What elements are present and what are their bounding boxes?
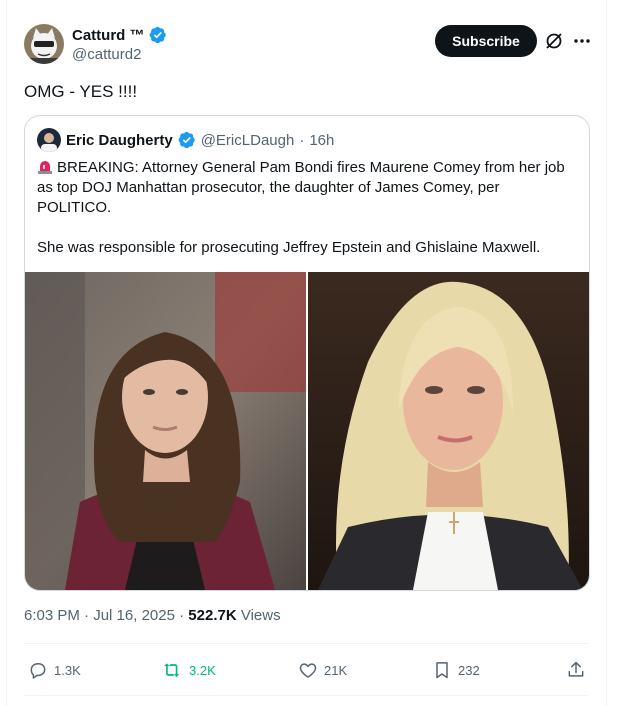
post-date[interactable]: Jul 16, 2025: [93, 607, 175, 624]
more-icon[interactable]: [572, 31, 592, 51]
media-photo-left[interactable]: [25, 272, 306, 590]
heart-icon: [299, 663, 317, 678]
post-time[interactable]: 6:03 PM: [24, 607, 80, 624]
author-name-row[interactable]: Catturd ™: [72, 26, 167, 44]
like-button[interactable]: 21K: [298, 652, 347, 688]
quoted-paragraph-1-text: BREAKING: Attorney General Pam Bondi fir…: [37, 159, 565, 216]
quoted-media-grid: [25, 272, 589, 590]
share-icon: [568, 661, 584, 677]
bookmark-button[interactable]: 232: [432, 652, 480, 688]
bookmark-icon: [436, 662, 448, 679]
views-count: 522.7K: [188, 607, 237, 624]
quoted-paragraph-2: She was responsible for prosecuting Jeff…: [37, 239, 541, 256]
repost-icon: [164, 663, 180, 678]
tweet-text: OMG - YES !!!!: [24, 82, 138, 101]
quoted-author-avatar[interactable]: [37, 128, 61, 152]
reply-icon: [30, 663, 46, 679]
share-button[interactable]: [566, 652, 586, 688]
verified-badge-icon: [149, 26, 167, 44]
rotating-light-icon: [37, 160, 53, 174]
media-photo-right[interactable]: [308, 272, 589, 590]
reply-button[interactable]: 1.3K: [28, 652, 81, 688]
bookmark-count: 232: [458, 662, 480, 678]
like-count: 21K: [324, 662, 348, 678]
divider-bottom: [24, 695, 588, 696]
reply-count: 1.3K: [54, 662, 81, 678]
meta-separator-2: ·: [179, 607, 185, 624]
divider-top: [24, 643, 588, 644]
author-avatar[interactable]: [24, 24, 64, 64]
quoted-post[interactable]: Eric Daugherty @EricLDaugh · 16h BREAKIN…: [24, 115, 590, 591]
subscribe-button[interactable]: Subscribe: [435, 25, 537, 57]
author-display-name[interactable]: Catturd ™: [72, 27, 145, 44]
quoted-meta-separator: ·: [299, 131, 305, 149]
repost-count: 3.2K: [189, 662, 216, 678]
repost-button[interactable]: 3.2K: [163, 652, 216, 688]
quoted-post-body: BREAKING: Attorney General Pam Bondi fir…: [37, 158, 577, 258]
grok-icon[interactable]: [544, 31, 564, 51]
author-handle[interactable]: @catturd2: [72, 46, 141, 63]
quoted-paragraph-1: BREAKING: Attorney General Pam Bondi fir…: [37, 158, 577, 218]
quoted-post-age[interactable]: 16h: [309, 132, 334, 149]
action-bar: 1.3K 3.2K 21K 232: [24, 652, 588, 688]
views-label: Views: [240, 607, 281, 624]
quoted-author-handle[interactable]: @EricLDaugh: [201, 132, 295, 149]
quoted-verified-badge-icon: [178, 131, 196, 149]
post-meta: 6:03 PM · Jul 16, 2025 · 522.7K Views: [24, 607, 281, 624]
quoted-post-header: Eric Daugherty @EricLDaugh · 16h: [37, 128, 334, 152]
meta-separator-1: ·: [84, 607, 90, 624]
quoted-author-name[interactable]: Eric Daugherty: [66, 132, 173, 149]
